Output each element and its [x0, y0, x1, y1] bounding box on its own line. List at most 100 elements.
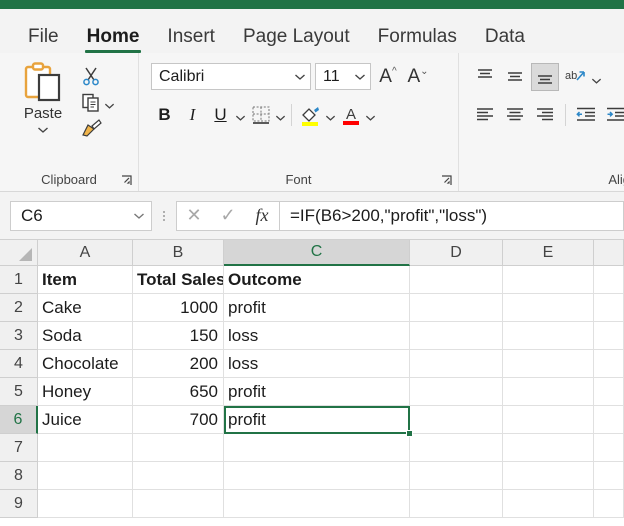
cell-a6[interactable]: Juice: [38, 406, 133, 434]
name-box[interactable]: C6: [10, 200, 152, 231]
cell-b5[interactable]: 650: [133, 378, 224, 406]
borders-chevron-down-icon[interactable]: [275, 109, 286, 121]
cell-d6[interactable]: [410, 406, 503, 434]
underline-chevron-down-icon[interactable]: [235, 109, 246, 121]
cell-b7[interactable]: [133, 434, 224, 462]
bold-button[interactable]: B: [151, 101, 178, 128]
cell-c2[interactable]: profit: [224, 294, 410, 322]
cell-a9[interactable]: [38, 490, 133, 518]
cell-c1[interactable]: Outcome: [224, 266, 410, 294]
cell-e2[interactable]: [503, 294, 594, 322]
cell-b1[interactable]: Total Sales: [133, 266, 224, 294]
orientation-chevron-down-icon[interactable]: [591, 72, 602, 84]
cell-e8[interactable]: [503, 462, 594, 490]
tab-home[interactable]: Home: [73, 27, 154, 53]
borders-button[interactable]: [247, 101, 274, 128]
row-header-1[interactable]: 1: [0, 266, 38, 294]
font-name-combobox[interactable]: Calibri: [151, 63, 311, 90]
cell-f9[interactable]: [594, 490, 624, 518]
cell-c3[interactable]: loss: [224, 322, 410, 350]
cell-f6[interactable]: [594, 406, 624, 434]
row-header-9[interactable]: 9: [0, 490, 38, 518]
font-dialog-launcher-icon[interactable]: [441, 175, 452, 186]
format-painter-button[interactable]: [78, 115, 136, 141]
cell-c7[interactable]: [224, 434, 410, 462]
formula-bar-handle[interactable]: [152, 210, 176, 221]
cell-a4[interactable]: Chocolate: [38, 350, 133, 378]
cell-d4[interactable]: [410, 350, 503, 378]
paste-button[interactable]: Paste: [10, 61, 76, 139]
fill-color-button[interactable]: [297, 101, 324, 128]
cell-c9[interactable]: [224, 490, 410, 518]
italic-button[interactable]: I: [179, 101, 206, 128]
column-header-c[interactable]: C: [224, 240, 410, 266]
orientation-button[interactable]: ab: [561, 63, 589, 91]
column-header-d[interactable]: D: [410, 240, 503, 266]
copy-button[interactable]: [78, 89, 136, 115]
paste-chevron-down-icon[interactable]: [10, 121, 76, 139]
column-header-b[interactable]: B: [133, 240, 224, 266]
align-middle-button[interactable]: [501, 63, 529, 91]
cell-e3[interactable]: [503, 322, 594, 350]
cell-f3[interactable]: [594, 322, 624, 350]
tab-file[interactable]: File: [14, 27, 73, 53]
decrease-indent-button[interactable]: [572, 101, 600, 129]
cell-f7[interactable]: [594, 434, 624, 462]
font-name-chevron-down-icon[interactable]: [294, 68, 306, 86]
fill-color-chevron-down-icon[interactable]: [325, 109, 336, 121]
row-header-7[interactable]: 7: [0, 434, 38, 462]
cell-b3[interactable]: 150: [133, 322, 224, 350]
cell-d9[interactable]: [410, 490, 503, 518]
cell-e6[interactable]: [503, 406, 594, 434]
cell-f8[interactable]: [594, 462, 624, 490]
cell-c4[interactable]: loss: [224, 350, 410, 378]
cell-f4[interactable]: [594, 350, 624, 378]
font-size-combobox[interactable]: 11: [315, 63, 371, 90]
column-header-e[interactable]: E: [503, 240, 594, 266]
cell-f2[interactable]: [594, 294, 624, 322]
cancel-formula-button[interactable]: ✕: [177, 202, 211, 230]
cell-b9[interactable]: [133, 490, 224, 518]
enter-formula-button[interactable]: ✓: [211, 202, 245, 230]
tab-insert[interactable]: Insert: [153, 27, 229, 53]
cell-b4[interactable]: 200: [133, 350, 224, 378]
cell-c8[interactable]: [224, 462, 410, 490]
align-left-button[interactable]: [471, 101, 499, 129]
cell-e1[interactable]: [503, 266, 594, 294]
cell-c5[interactable]: profit: [224, 378, 410, 406]
cell-e9[interactable]: [503, 490, 594, 518]
select-all-button[interactable]: [0, 240, 38, 266]
font-color-chevron-down-icon[interactable]: [365, 109, 376, 121]
row-header-2[interactable]: 2: [0, 294, 38, 322]
underline-button[interactable]: U: [207, 101, 234, 128]
cell-d7[interactable]: [410, 434, 503, 462]
insert-function-button[interactable]: fx: [245, 202, 279, 230]
cell-b2[interactable]: 1000: [133, 294, 224, 322]
cell-a5[interactable]: Honey: [38, 378, 133, 406]
cell-a8[interactable]: [38, 462, 133, 490]
cell-d2[interactable]: [410, 294, 503, 322]
cell-b6[interactable]: 700: [133, 406, 224, 434]
cell-d3[interactable]: [410, 322, 503, 350]
cell-d8[interactable]: [410, 462, 503, 490]
font-size-chevron-down-icon[interactable]: [354, 68, 366, 86]
cell-a2[interactable]: Cake: [38, 294, 133, 322]
tab-formulas[interactable]: Formulas: [364, 27, 471, 53]
increase-indent-button[interactable]: [602, 101, 624, 129]
cell-d5[interactable]: [410, 378, 503, 406]
cell-a7[interactable]: [38, 434, 133, 462]
cell-a3[interactable]: Soda: [38, 322, 133, 350]
name-box-chevron-down-icon[interactable]: [133, 207, 145, 225]
tab-data[interactable]: Data: [471, 27, 539, 53]
align-bottom-button[interactable]: [531, 63, 559, 91]
formula-input[interactable]: =IF(B6>200,"profit","loss"): [280, 200, 624, 231]
align-right-button[interactable]: [531, 101, 559, 129]
align-center-button[interactable]: [501, 101, 529, 129]
cut-button[interactable]: [78, 63, 136, 89]
font-color-button[interactable]: A: [337, 101, 364, 128]
cell-c6[interactable]: profit: [224, 406, 410, 434]
cell-f1[interactable]: [594, 266, 624, 294]
cell-e4[interactable]: [503, 350, 594, 378]
clipboard-dialog-launcher-icon[interactable]: [121, 175, 132, 186]
row-header-5[interactable]: 5: [0, 378, 38, 406]
